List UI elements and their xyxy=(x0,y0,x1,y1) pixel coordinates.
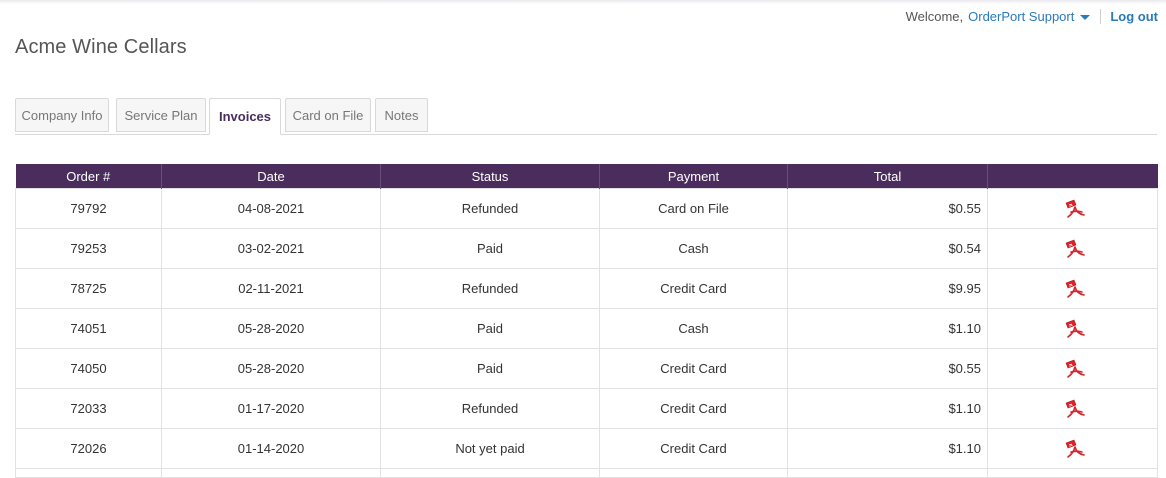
order-number-cell: 72033 xyxy=(15,388,162,429)
total-cell: $0.54 xyxy=(787,228,988,269)
tab-card-on-file[interactable]: Card on File xyxy=(285,98,371,132)
welcome-text: Welcome, xyxy=(905,9,964,24)
table-row[interactable]: 72033 01-17-2020 Refunded Credit Card $1.10 xyxy=(15,388,1158,429)
table-row[interactable]: 79792 04-08-2021 Refunded Card on File $0.55 xyxy=(15,188,1158,229)
tab-bar: Company Info Service Plan Invoices Card … xyxy=(15,98,1157,135)
date-cell: 01-14-2020 xyxy=(161,428,381,469)
order-number-cell: 74051 xyxy=(15,308,162,349)
payment-cell: Credit Card xyxy=(599,348,788,389)
table-row[interactable]: 72026 01-14-2020 Not yet paid Credit Card $1… xyxy=(15,428,1158,469)
user-bar: Welcome, OrderPort Support Log out xyxy=(906,9,1158,24)
download-cell xyxy=(987,188,1158,229)
user-name: OrderPort Support xyxy=(968,9,1075,24)
total-cell: $1.10 xyxy=(787,388,988,429)
order-number-cell: 72026 xyxy=(15,428,162,469)
column-header-actions xyxy=(987,164,1158,189)
order-number-cell: 78725 xyxy=(15,268,162,309)
empty-cell xyxy=(380,468,600,478)
payment-cell: Cash xyxy=(599,308,788,349)
column-header-payment[interactable]: Payment xyxy=(599,164,788,189)
download-cell xyxy=(987,228,1158,269)
column-header-order[interactable]: Order # xyxy=(15,164,162,189)
invoices-table: Order # Date Status Payment Total 79792 0… xyxy=(15,164,1158,478)
download-cell xyxy=(987,268,1158,309)
empty-cell xyxy=(987,468,1158,478)
table-row[interactable]: 79253 03-02-2021 Paid Cash $0.54 xyxy=(15,228,1158,269)
company-name: Acme Wine Cellars xyxy=(15,36,187,58)
table-row[interactable]: 74050 05-28-2020 Paid Credit Card $0.55 xyxy=(15,348,1158,389)
empty-cell xyxy=(599,468,788,478)
payment-cell: Cash xyxy=(599,228,788,269)
divider xyxy=(1100,9,1102,24)
status-cell: Paid xyxy=(380,228,600,269)
user-menu[interactable]: OrderPort Support xyxy=(968,9,1091,24)
logout-link[interactable]: Log out xyxy=(1110,9,1158,24)
tab-company-info[interactable]: Company Info xyxy=(15,98,109,132)
column-header-status[interactable]: Status xyxy=(380,164,600,189)
status-cell: Not yet paid xyxy=(380,428,600,469)
order-number-cell: 79792 xyxy=(15,188,162,229)
total-cell: $0.55 xyxy=(787,188,988,229)
tab-service-plan[interactable]: Service Plan xyxy=(116,98,206,132)
total-cell: $1.10 xyxy=(787,428,988,469)
status-cell: Refunded xyxy=(380,388,600,429)
status-cell: Paid xyxy=(380,348,600,389)
table-row[interactable]: 74051 05-28-2020 Paid Cash $1.10 xyxy=(15,308,1158,349)
pdf-icon[interactable] xyxy=(1060,318,1086,340)
download-cell xyxy=(987,308,1158,349)
top-shadow xyxy=(0,0,1166,4)
order-number-cell: 74050 xyxy=(15,348,162,389)
status-cell: Refunded xyxy=(380,188,600,229)
table-header-row: Order # Date Status Payment Total xyxy=(15,164,1158,189)
tab-invoices[interactable]: Invoices xyxy=(209,98,281,135)
pdf-icon[interactable] xyxy=(1060,358,1086,380)
column-header-total[interactable]: Total xyxy=(787,164,988,189)
total-cell: $9.95 xyxy=(787,268,988,309)
payment-cell: Card on File xyxy=(599,188,788,229)
date-cell: 01-17-2020 xyxy=(161,388,381,429)
date-cell: 03-02-2021 xyxy=(161,228,381,269)
download-cell xyxy=(987,388,1158,429)
download-cell xyxy=(987,428,1158,469)
date-cell: 05-28-2020 xyxy=(161,348,381,389)
pdf-icon[interactable] xyxy=(1060,198,1086,220)
pdf-icon[interactable] xyxy=(1060,278,1086,300)
date-cell: 02-11-2021 xyxy=(161,268,381,309)
empty-cell xyxy=(161,468,381,478)
status-cell: Paid xyxy=(380,308,600,349)
status-cell: Refunded xyxy=(380,268,600,309)
order-number-cell: 79253 xyxy=(15,228,162,269)
payment-cell: Credit Card xyxy=(599,388,788,429)
date-cell: 05-28-2020 xyxy=(161,308,381,349)
invoices-table-body: 79792 04-08-2021 Refunded Card on File $0.55… xyxy=(15,188,1158,478)
pdf-icon[interactable] xyxy=(1060,438,1086,460)
caret-down-icon xyxy=(1080,14,1091,20)
payment-cell: Credit Card xyxy=(599,268,788,309)
column-header-date[interactable]: Date xyxy=(161,164,381,189)
tab-notes[interactable]: Notes xyxy=(375,98,428,132)
pdf-icon[interactable] xyxy=(1060,398,1086,420)
payment-cell: Credit Card xyxy=(599,428,788,469)
pdf-icon[interactable] xyxy=(1060,238,1086,260)
total-cell: $1.10 xyxy=(787,308,988,349)
download-cell xyxy=(987,348,1158,389)
empty-cell xyxy=(787,468,988,478)
empty-cell xyxy=(15,468,162,478)
table-row[interactable]: 78725 02-11-2021 Refunded Credit Card $9.95 xyxy=(15,268,1158,309)
total-cell: $0.55 xyxy=(787,348,988,389)
date-cell: 04-08-2021 xyxy=(161,188,381,229)
table-row-partial xyxy=(15,468,1158,478)
